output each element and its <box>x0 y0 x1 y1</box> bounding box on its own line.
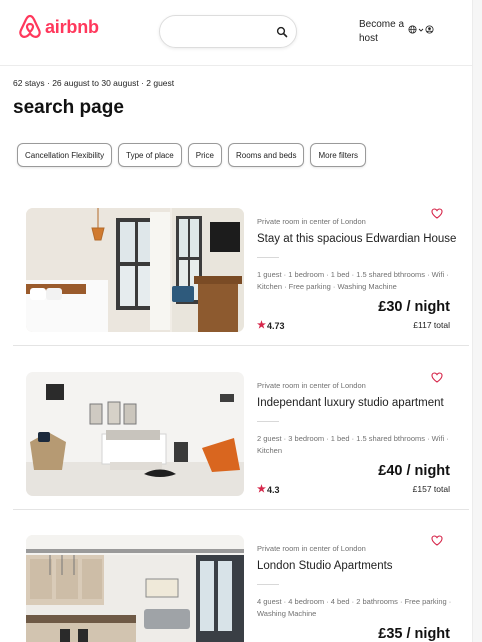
divider <box>257 257 279 258</box>
listing-price: £35 / night <box>378 626 450 642</box>
top-header: airbnb Become a host <box>0 0 482 64</box>
stays-summary: 62 stays · 26 august to 30 august · 2 gu… <box>13 78 175 88</box>
rating-value: 4.73 <box>266 320 285 331</box>
filter-bar: Cancellation Flexibility Type of place P… <box>17 143 367 167</box>
divider <box>257 584 279 585</box>
page-title: search page <box>13 97 124 118</box>
listing-amenities: 4 guest · 4 bedroom · 4 bed · 2 bathroom… <box>257 597 452 618</box>
listing-rating: ★ 4.73 <box>257 320 285 331</box>
brand-name: airbnb <box>45 16 99 37</box>
rating-value: 4.3 <box>266 484 280 495</box>
listing-card[interactable]: Private room in center of London London … <box>13 535 469 642</box>
chevron-down-icon[interactable] <box>418 27 424 33</box>
globe-icon[interactable] <box>408 25 417 34</box>
listing-amenities: 2 guest · 3 bedroom · 1 bed · 1.5 shared… <box>257 434 449 455</box>
listing-card[interactable]: Private room in center of London Indepen… <box>13 372 469 502</box>
listing-total: £117 total <box>413 320 450 330</box>
filter-rooms-and-beds[interactable]: Rooms and beds <box>227 143 305 167</box>
listing-divider <box>13 345 469 346</box>
listing-card[interactable]: Private room in center of London Stay at… <box>13 208 469 338</box>
user-menu[interactable] <box>408 25 434 34</box>
heart-icon[interactable] <box>431 535 443 546</box>
listing-type: Private room in center of London <box>257 544 366 553</box>
listing-photo[interactable] <box>26 372 244 496</box>
filter-price[interactable]: Price <box>187 143 222 167</box>
listing-divider <box>13 509 469 510</box>
heart-icon[interactable] <box>431 208 443 219</box>
search-input[interactable] <box>159 15 297 48</box>
divider <box>257 421 279 422</box>
listing-title[interactable]: Independant luxury studio apartment <box>257 397 444 409</box>
listing-title[interactable]: London Studio Apartments <box>257 560 393 572</box>
listing-photo[interactable] <box>26 535 244 642</box>
listing-rating: ★ 4.3 <box>257 484 279 495</box>
listing-total: £157 total <box>412 484 450 494</box>
star-icon: ★ <box>257 320 266 331</box>
listing-title[interactable]: Stay at this spacious Edwardian House <box>257 233 456 245</box>
listing-price: £40 / night <box>378 463 450 479</box>
filter-cancellation-flexibility[interactable]: Cancellation Flexibility <box>17 143 113 167</box>
header-divider <box>0 65 472 66</box>
filter-type-of-place[interactable]: Type of place <box>118 143 182 167</box>
heart-icon[interactable] <box>431 372 443 383</box>
airbnb-logo-icon <box>19 14 41 38</box>
become-host-link[interactable]: Become a host <box>359 18 409 46</box>
listing-type: Private room in center of London <box>257 381 366 390</box>
listing-photo[interactable] <box>26 208 244 332</box>
airbnb-logo[interactable]: airbnb <box>18 14 99 40</box>
filter-more-filters[interactable]: More filters <box>310 143 367 167</box>
listing-type: Private room in center of London <box>257 217 366 226</box>
listing-amenities: 1 guest · 1 bedroom · 1 bed · 1.5 shared… <box>257 270 449 291</box>
listing-price: £30 / night <box>378 299 450 315</box>
search-icon[interactable] <box>276 26 288 38</box>
scrollbar[interactable] <box>472 0 482 642</box>
user-circle-icon[interactable] <box>425 25 434 34</box>
star-icon: ★ <box>257 484 266 495</box>
